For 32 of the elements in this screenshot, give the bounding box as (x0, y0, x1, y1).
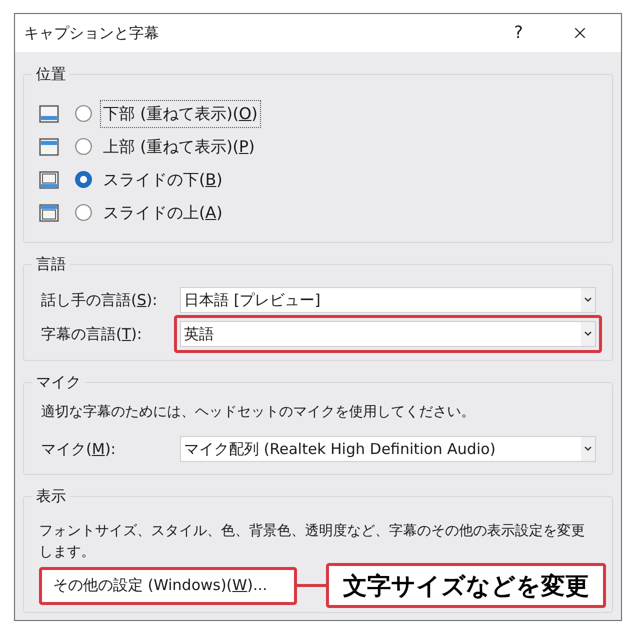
group-label: 位置 (35, 64, 67, 84)
help-button[interactable]: ? (512, 23, 525, 43)
description-text: 適切な字幕のためには、ヘッドセットのマイクを使用してください。 (41, 403, 476, 422)
screen-layout-icon (39, 138, 59, 156)
dropdown-field[interactable]: マイク配列 (Realtek High Definition Audio) (180, 436, 596, 462)
chevron-down-icon (581, 288, 595, 312)
screen-layout-icon (39, 204, 59, 222)
radio-button[interactable] (75, 171, 92, 188)
group-label: 言語 (35, 254, 67, 274)
radio-label[interactable]: スライドの下(B) (100, 166, 226, 194)
field-label: 話し手の言語(S): (41, 290, 158, 311)
group-label: 表示 (35, 486, 67, 506)
screen-layout-icon (39, 104, 59, 122)
group-label: マイク (35, 372, 82, 392)
radio-button[interactable] (75, 138, 92, 155)
more-settings-button[interactable]: その他の設定 (Windows)(W)... (39, 566, 297, 604)
chevron-down-icon (581, 437, 595, 461)
radio-label[interactable]: 下部 (重ねて表示)(O) (100, 100, 261, 128)
chevron-down-icon (581, 322, 595, 346)
radio-label[interactable]: スライドの上(A) (100, 198, 226, 226)
field-label: 字幕の言語(T): (41, 324, 143, 345)
description-text: フォントサイズ、スタイル、色、背景色、透明度など、字幕のその他の表示設定を変更します。 (39, 522, 586, 562)
dropdown-field[interactable]: 英語 (180, 321, 596, 347)
field-label: マイク(M): (41, 438, 117, 460)
callout-label: 文字サイズなどを変更 (326, 563, 606, 608)
screen-layout-icon (39, 170, 59, 188)
window-title: キャプションと字幕 (24, 22, 159, 44)
radio-button[interactable] (75, 204, 92, 221)
radio-label[interactable]: 上部 (重ねて表示)(P) (100, 132, 258, 160)
connector-line (297, 584, 326, 587)
radio-button[interactable] (75, 105, 92, 122)
dropdown-field[interactable]: 日本語 [プレビュー] (180, 287, 596, 313)
